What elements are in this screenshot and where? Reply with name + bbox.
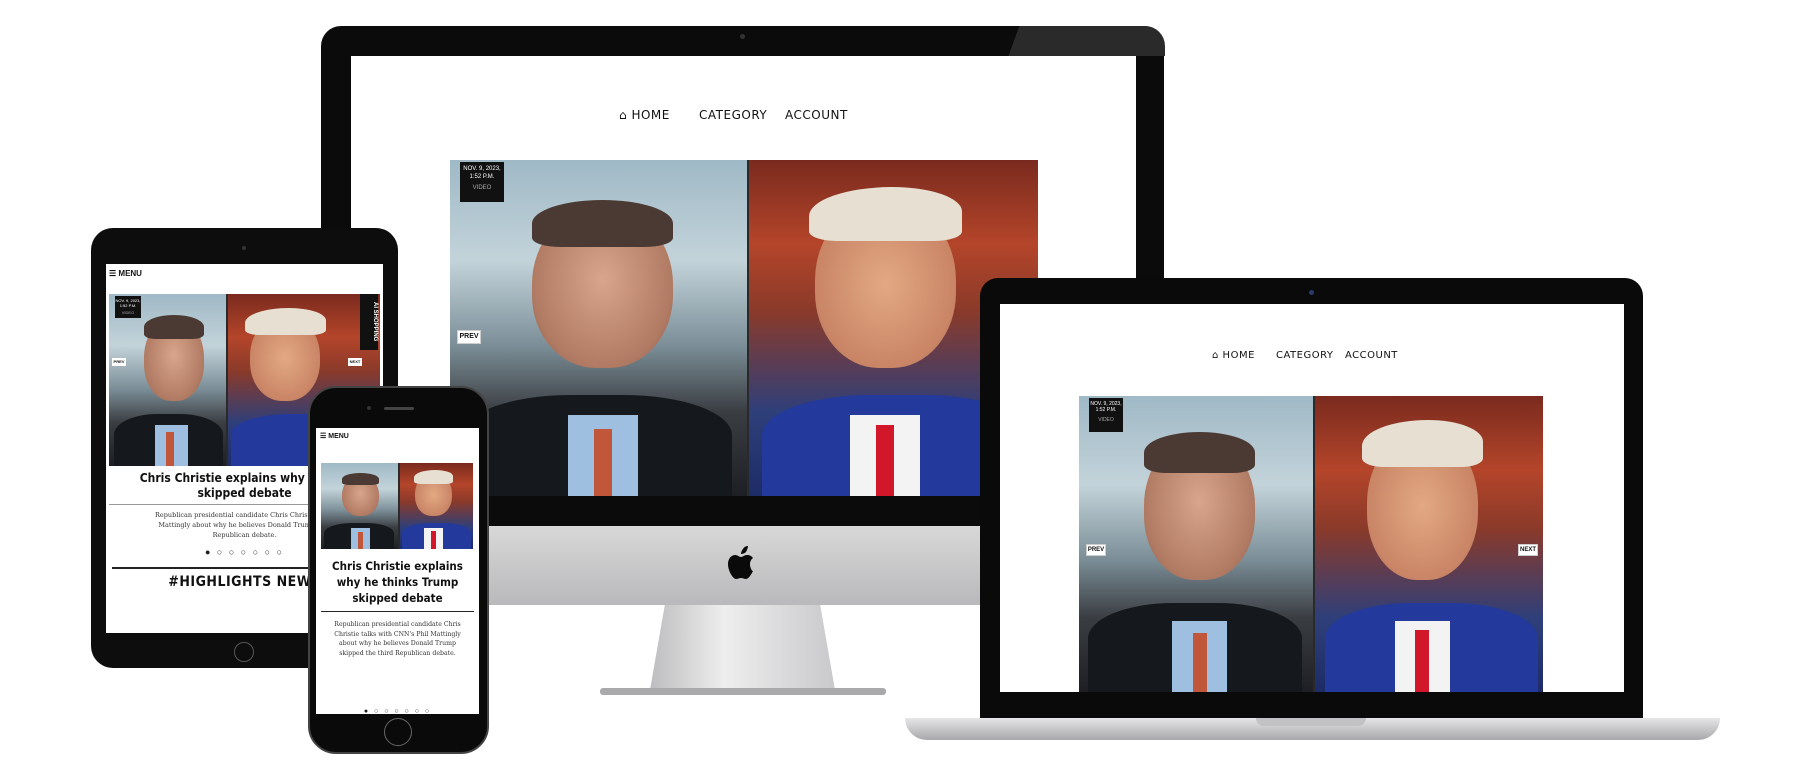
imac-hero-image: [450, 160, 1038, 496]
laptop-next-button[interactable]: NEXT: [1518, 544, 1538, 556]
home-icon: ⌂: [1212, 350, 1219, 361]
tablet-next-button[interactable]: NEXT: [348, 358, 362, 366]
phone-home-button[interactable]: [384, 718, 412, 746]
nav-home-link[interactable]: ⌂ HOME: [619, 108, 670, 122]
phone-headline-rule: [321, 611, 474, 612]
home-icon: ⌂: [619, 108, 628, 122]
phone-summary: Republican presidential candidate Chris …: [334, 621, 461, 657]
phone-screen: ☰ MENU Chris Christie explains why he th…: [316, 428, 479, 714]
laptop-nav-account-link[interactable]: ACCOUNT: [1345, 350, 1398, 361]
laptop-camera: [1309, 290, 1314, 295]
tablet-date-badge: NOV. 9, 2023, 1:52 P.M. VIDEO: [115, 296, 141, 318]
tablet-menu-button[interactable]: ☰ MENU: [109, 269, 142, 278]
imac-camera: [740, 34, 745, 39]
imac-stand-foot: [600, 688, 886, 695]
phone-speaker: [384, 407, 414, 410]
laptop-notch: [1256, 718, 1366, 726]
laptop-prev-button[interactable]: PREV: [1086, 544, 1106, 556]
apple-logo-icon: [724, 543, 762, 583]
nav-account-link[interactable]: ACCOUNT: [785, 108, 848, 122]
phone-menu-button[interactable]: ☰ MENU: [320, 432, 349, 440]
phone-slide-pager[interactable]: ● ○ ○ ○ ○ ○ ○: [316, 708, 479, 714]
imac-prev-button[interactable]: PREV: [457, 330, 481, 344]
tablet-vertical-label: AI SHOPPING: [360, 294, 378, 350]
phone-camera: [367, 406, 371, 410]
tablet-prev-button[interactable]: PREV: [112, 358, 126, 366]
phone-hero-image: [321, 463, 473, 549]
imac-glare: [985, 26, 1165, 56]
nav-category-link[interactable]: CATEGORY: [699, 108, 767, 122]
imac-stand-neck: [650, 605, 835, 690]
imac-date-badge: NOV. 9, 2023, 1:52 P.M. VIDEO: [460, 162, 504, 202]
hamburger-icon: ☰: [320, 433, 327, 440]
phone-headline[interactable]: Chris Christie explains why he thinks Tr…: [316, 558, 479, 606]
laptop-nav-home-link[interactable]: ⌂ HOME: [1212, 350, 1255, 361]
laptop-nav-category-link[interactable]: CATEGORY: [1276, 350, 1334, 361]
tablet-camera: [242, 246, 246, 250]
hamburger-icon: ☰: [109, 269, 117, 278]
laptop-hero-image: [1079, 396, 1543, 692]
nav-home-label: HOME: [631, 108, 670, 122]
laptop-screen: ⌂ HOME CATEGORY ACCOUNT NOV. 9, 2023, 1:5…: [1000, 304, 1624, 692]
tablet-home-button[interactable]: [234, 642, 254, 662]
laptop-date-badge: NOV. 9, 2023, 1:52 P.M. VIDEO: [1089, 398, 1123, 432]
